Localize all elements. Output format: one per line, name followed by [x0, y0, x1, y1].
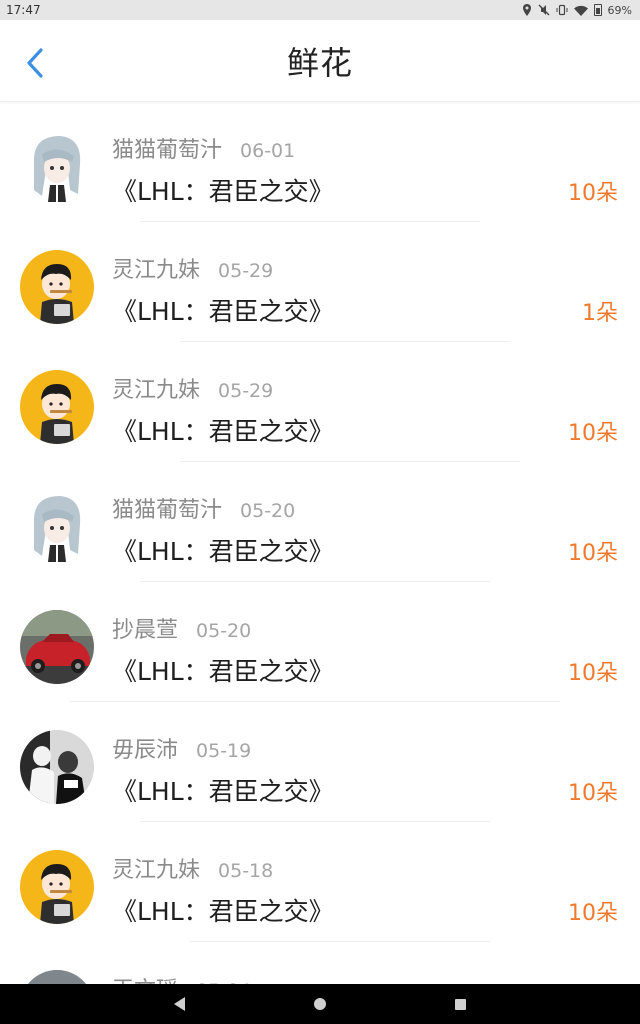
user-name: 灵江九妹	[112, 258, 201, 283]
status-icons: 69%	[522, 4, 632, 17]
avatar[interactable]	[20, 130, 94, 204]
location-icon	[522, 4, 531, 16]
back-button[interactable]	[18, 46, 52, 80]
system-nav-bar	[0, 984, 640, 1024]
date: 05-29	[218, 380, 274, 402]
book-title: 《LHL：君臣之交》	[112, 537, 334, 566]
list-item[interactable]: 灵江九妹 05-29 《LHL：君臣之交》 1朵	[0, 222, 640, 342]
book-title: 《LHL：君臣之交》	[112, 417, 334, 446]
header: 鲜花	[0, 20, 640, 102]
avatar[interactable]	[20, 370, 94, 444]
wifi-icon	[573, 5, 588, 16]
flower-list: 猫猫葡萄汁 06-01 《LHL：君臣之交》 10朵 灵江九妹 05-29 《L…	[0, 102, 640, 984]
book-title: 《LHL：君臣之交》	[112, 177, 334, 206]
triangle-back-icon	[174, 997, 185, 1011]
date: 06-01	[240, 140, 296, 162]
user-name: 灵江九妹	[112, 378, 201, 403]
avatar[interactable]	[20, 850, 94, 924]
book-title: 《LHL：君臣之交》	[112, 297, 334, 326]
chevron-left-icon	[27, 48, 43, 78]
nav-back-button[interactable]	[165, 989, 195, 1019]
status-time: 17:47	[6, 3, 41, 17]
user-name: 灵江九妹	[112, 858, 201, 883]
list-item[interactable]: 猫猫葡萄汁 06-01 《LHL：君臣之交》 10朵	[0, 102, 640, 222]
cartoon-boy-avatar-icon	[20, 250, 94, 324]
square-recents-icon	[454, 998, 466, 1010]
avatar[interactable]	[20, 610, 94, 684]
date: 05-20	[196, 620, 252, 642]
vibrate-icon	[556, 4, 568, 16]
date: 05-20	[240, 500, 296, 522]
avatar[interactable]	[20, 490, 94, 564]
avatar[interactable]	[20, 250, 94, 324]
list-item[interactable]: 灵江九妹 05-18 《LHL：君臣之交》 10朵	[0, 822, 640, 942]
mute-icon	[538, 4, 550, 16]
user-name: 猫猫葡萄汁	[112, 138, 223, 163]
list-item[interactable]: 灵江九妹 05-29 《LHL：君臣之交》 10朵	[0, 342, 640, 462]
user-name: 王文瑶	[112, 972, 178, 984]
cartoon-boy-avatar-icon	[20, 370, 94, 444]
list-item[interactable]: 猫猫葡萄汁 05-20 《LHL：君臣之交》 10朵	[0, 462, 640, 582]
circle-home-icon	[314, 998, 326, 1010]
flower-count: 10朵	[568, 541, 618, 566]
avatar[interactable]	[20, 970, 94, 984]
user-name: 毋辰沛	[112, 738, 179, 763]
user-name: 抄晨萱	[112, 618, 179, 643]
nav-recents-button[interactable]	[445, 989, 475, 1019]
user-name: 猫猫葡萄汁	[112, 498, 223, 523]
flower-count: 10朵	[568, 901, 618, 926]
red-car-avatar-icon	[20, 610, 94, 684]
nav-home-button[interactable]	[305, 989, 335, 1019]
page-title: 鲜花	[286, 43, 353, 82]
bw-photo-avatar-icon	[20, 730, 94, 804]
book-title: 《LHL：君臣之交》	[112, 897, 334, 926]
date: 05-19	[196, 740, 252, 762]
flower-count: 10朵	[568, 181, 618, 206]
battery-icon	[593, 4, 602, 16]
date: 05-18	[218, 860, 274, 882]
list-item[interactable]: 抄晨萱 05-20 《LHL：君臣之交》 10朵	[0, 582, 640, 702]
book-title: 《LHL：君臣之交》	[112, 657, 334, 686]
anime-girl-avatar-icon	[20, 490, 94, 564]
flower-count: 10朵	[568, 781, 618, 806]
flower-count: 10朵	[568, 421, 618, 446]
book-title: 《LHL：君臣之交》	[112, 777, 334, 806]
date: 05-29	[218, 260, 274, 282]
anime-girl-avatar-icon	[20, 130, 94, 204]
battery-level: 69%	[607, 3, 632, 17]
status-bar: 17:47 69%	[0, 0, 640, 20]
avatar[interactable]	[20, 730, 94, 804]
list-item[interactable]: 王文瑶 05-04	[0, 942, 640, 984]
cartoon-boy-avatar-icon	[20, 850, 94, 924]
list-item[interactable]: 毋辰沛 05-19 《LHL：君臣之交》 10朵	[0, 702, 640, 822]
flower-count: 1朵	[582, 301, 618, 326]
flower-count: 10朵	[568, 661, 618, 686]
partial-avatar-icon	[20, 970, 94, 984]
